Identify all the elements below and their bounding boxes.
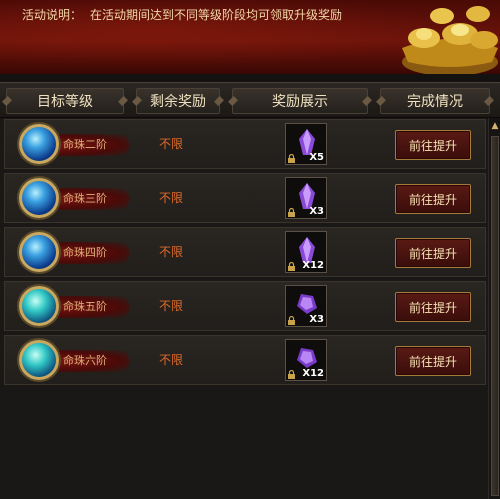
remaining-reward: 不限: [159, 137, 184, 151]
level-name: 命珠四阶: [63, 246, 107, 259]
reward-item-slot[interactable]: X12: [285, 231, 327, 273]
lock-icon: [288, 154, 295, 163]
level-badge: 命珠三阶: [11, 176, 141, 220]
level-badge: 命珠二阶: [11, 122, 141, 166]
header-target-level: 目标等级: [6, 88, 124, 114]
table-row: 命珠三阶 不限 X3 前往提升: [4, 173, 486, 223]
teal-orb-icon: [19, 286, 59, 326]
level-badge: 命珠四阶: [11, 230, 141, 274]
app-root: 活动说明： 在活动期间达到不同等级阶段均可领取升级奖励 目标等级 剩余奖励 奖励展…: [0, 0, 500, 499]
table-row: 命珠四阶 不限 X12 前往提升: [4, 227, 486, 277]
lock-icon: [288, 370, 295, 379]
blue-orb-icon: [19, 178, 59, 218]
header-remaining-reward: 剩余奖励: [136, 88, 220, 114]
reward-quantity: X5: [309, 152, 324, 163]
reward-quantity: X12: [302, 260, 324, 271]
reward-item-slot[interactable]: X3: [285, 177, 327, 219]
lock-icon: [288, 262, 295, 271]
reward-quantity: X3: [309, 206, 324, 217]
teal-orb-icon: [19, 340, 59, 380]
reward-quantity: X3: [309, 314, 324, 325]
activity-banner: 活动说明： 在活动期间达到不同等级阶段均可领取升级奖励: [0, 0, 500, 74]
scroll-up-arrow-icon[interactable]: ▲: [490, 120, 500, 132]
level-name: 命珠二阶: [63, 138, 107, 151]
reward-item-slot[interactable]: X3: [285, 285, 327, 327]
purple-crystal-icon: [297, 294, 317, 314]
level-name: 命珠六阶: [63, 354, 107, 367]
reward-quantity: X12: [302, 368, 324, 379]
level-name: 命珠五阶: [63, 300, 107, 313]
go-upgrade-button[interactable]: 前往提升: [395, 184, 471, 214]
reward-item-slot[interactable]: X12: [285, 339, 327, 381]
go-upgrade-button[interactable]: 前往提升: [395, 238, 471, 268]
level-badge: 命珠六阶: [11, 338, 141, 382]
remaining-reward: 不限: [159, 245, 184, 259]
blue-orb-icon: [19, 124, 59, 164]
go-upgrade-button[interactable]: 前往提升: [395, 130, 471, 160]
scrollbar[interactable]: ▲: [488, 118, 500, 499]
level-badge: 命珠五阶: [11, 284, 141, 328]
table-header: 目标等级 剩余奖励 奖励展示 完成情况: [0, 82, 500, 118]
reward-table: 命珠二阶 不限 X5 前往提升 命珠三阶 不限 X3 前往提升 命珠四阶 不限 …: [0, 118, 488, 499]
remaining-reward: 不限: [159, 353, 184, 367]
table-row: 命珠五阶 不限 X3 前往提升: [4, 281, 486, 331]
go-upgrade-button[interactable]: 前往提升: [395, 346, 471, 376]
remaining-reward: 不限: [159, 299, 184, 313]
table-row: 命珠二阶 不限 X5 前往提升: [4, 119, 486, 169]
activity-description-text: 在活动期间达到不同等级阶段均可领取升级奖励: [90, 8, 343, 22]
header-completion-status: 完成情况: [380, 88, 490, 114]
lock-icon: [288, 316, 295, 325]
table-row: 命珠六阶 不限 X12 前往提升: [4, 335, 486, 385]
remaining-reward: 不限: [159, 191, 184, 205]
blue-orb-icon: [19, 232, 59, 272]
activity-description-label: 活动说明：: [22, 8, 83, 22]
level-name: 命珠三阶: [63, 192, 107, 205]
purple-crystal-icon: [297, 348, 317, 368]
header-reward-display: 奖励展示: [232, 88, 368, 114]
activity-description: 活动说明： 在活动期间达到不同等级阶段均可领取升级奖励: [22, 6, 342, 23]
reward-item-slot[interactable]: X5: [285, 123, 327, 165]
go-upgrade-button[interactable]: 前往提升: [395, 292, 471, 322]
gold-ingot-decoration-icon: [402, 6, 498, 74]
scroll-thumb[interactable]: [491, 136, 499, 496]
lock-icon: [288, 208, 295, 217]
